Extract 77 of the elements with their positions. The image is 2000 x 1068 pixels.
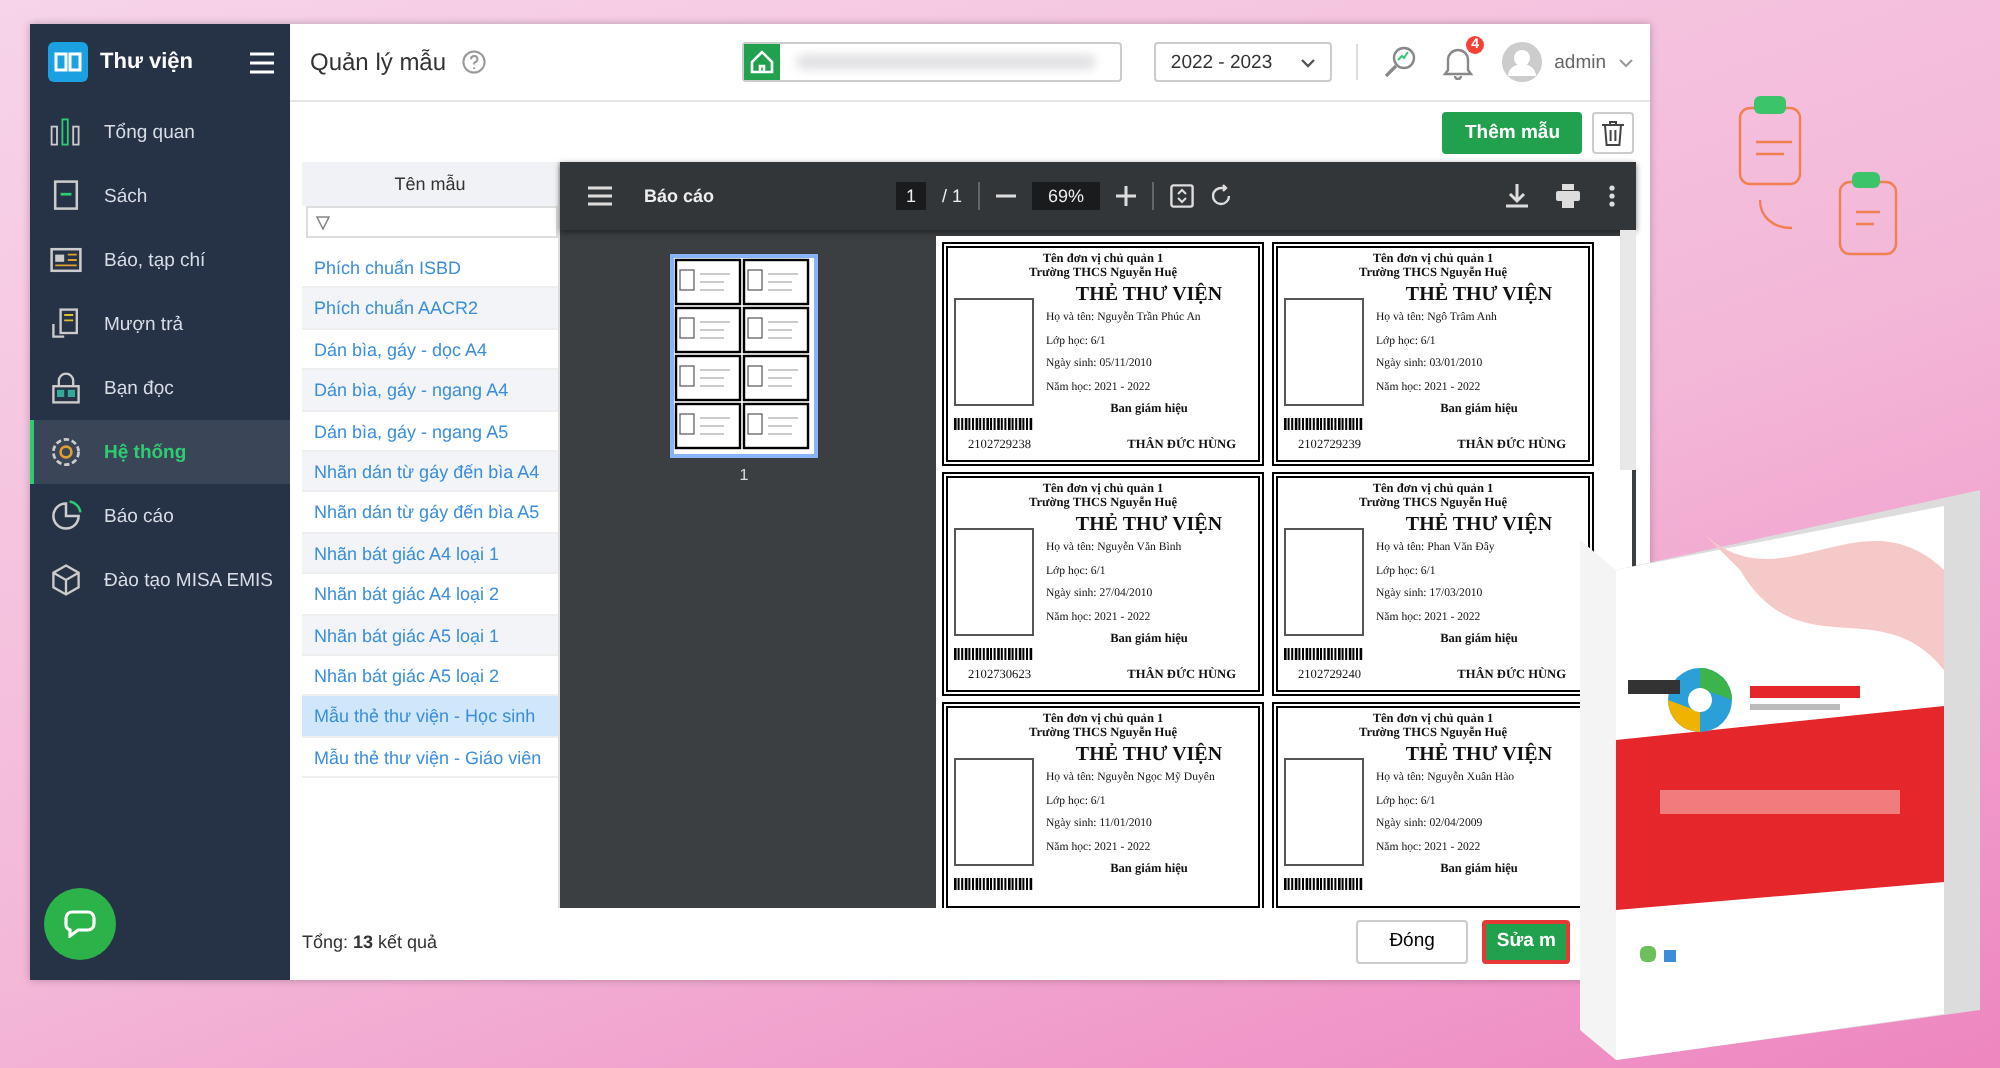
list-item[interactable]: Nhãn bát giác A5 loại 1 bbox=[302, 615, 558, 656]
barcode-icon bbox=[954, 418, 1034, 430]
nav-item[interactable]: Tổng quan bbox=[30, 100, 290, 164]
list-item[interactable]: Mẫu thẻ thư viện - Giáo viên bbox=[302, 737, 558, 779]
book-icon bbox=[48, 178, 84, 214]
list-item[interactable]: Nhãn bát giác A4 loại 1 bbox=[302, 533, 558, 575]
edit-button[interactable]: Sửa m bbox=[1482, 919, 1570, 963]
list-item[interactable]: Nhãn dán từ gáy đến bìa A4 bbox=[302, 451, 558, 493]
barcode-icon bbox=[1284, 648, 1364, 660]
card-title: THẺ THƯ VIỆN bbox=[1073, 742, 1225, 768]
close-button[interactable]: Đóng bbox=[1355, 919, 1469, 963]
user-name[interactable]: admin bbox=[1554, 51, 1606, 73]
page-total: / 1 bbox=[942, 186, 963, 206]
book-logo-icon bbox=[48, 42, 88, 82]
card-title: THẺ THƯ VIỆN bbox=[1403, 512, 1555, 538]
nav-item[interactable]: Bạn đọc bbox=[30, 356, 290, 420]
school-field[interactable] bbox=[742, 42, 1123, 82]
bell-icon[interactable] bbox=[1442, 45, 1475, 79]
lock-person-icon bbox=[48, 370, 84, 406]
thumbnail-label: 1 bbox=[739, 466, 749, 484]
list-item[interactable]: Dán bìa, gáy - ngang A4 bbox=[302, 370, 558, 412]
rotate-icon[interactable] bbox=[1210, 184, 1235, 208]
barcode-icon bbox=[954, 878, 1034, 890]
card-title: THẺ THƯ VIỆN bbox=[1403, 282, 1555, 308]
gear-icon bbox=[48, 434, 84, 470]
year-select[interactable]: 2022 - 2023 bbox=[1154, 42, 1333, 82]
menu-icon[interactable] bbox=[588, 186, 612, 206]
pie-chart-icon bbox=[48, 498, 84, 534]
add-template-button[interactable]: Thêm mẫu bbox=[1442, 111, 1582, 153]
trash-icon bbox=[1602, 119, 1624, 145]
chat-icon bbox=[64, 910, 96, 938]
document-title: Báo cáo bbox=[644, 186, 717, 206]
barcode-icon bbox=[954, 648, 1034, 660]
cube-icon bbox=[48, 562, 84, 598]
nav-item[interactable]: Báo, tạp chí bbox=[30, 228, 290, 292]
home-icon bbox=[744, 44, 781, 80]
zoom-field[interactable]: 69% bbox=[1032, 182, 1101, 210]
list-item[interactable]: Mẫu thẻ thư viện - Học sinh bbox=[302, 696, 558, 738]
filter-icon bbox=[316, 215, 330, 229]
chevron-down-icon[interactable] bbox=[1618, 57, 1634, 67]
card-title: THẺ THƯ VIỆN bbox=[1403, 742, 1555, 768]
photo-frame bbox=[1284, 758, 1364, 866]
nav-item[interactable]: Đào tạo MISA EMIS bbox=[30, 548, 290, 612]
nav-item[interactable]: Hệ thống bbox=[30, 420, 290, 484]
photo-frame bbox=[1284, 298, 1364, 406]
photo-frame bbox=[954, 298, 1034, 406]
photo-frame bbox=[1284, 528, 1364, 636]
barcode-icon bbox=[1284, 878, 1364, 890]
print-icon[interactable] bbox=[1556, 184, 1580, 208]
card-title: THẺ THƯ VIỆN bbox=[1073, 512, 1225, 538]
more-icon[interactable] bbox=[1608, 184, 1616, 208]
photo-frame bbox=[954, 528, 1034, 636]
page-title: Quản lý mẫu bbox=[310, 48, 447, 76]
filter-field[interactable] bbox=[306, 206, 558, 238]
fit-page-icon[interactable] bbox=[1170, 184, 1195, 208]
newspaper-icon bbox=[48, 242, 84, 278]
plus-icon[interactable] bbox=[1116, 186, 1137, 206]
chevron-down-icon bbox=[1300, 57, 1317, 67]
chart-icon bbox=[48, 114, 84, 150]
scrollbar[interactable] bbox=[1620, 230, 1636, 470]
delete-button[interactable] bbox=[1592, 111, 1634, 153]
app-title: Thư viện bbox=[100, 50, 195, 74]
card-title: THẺ THƯ VIỆN bbox=[1073, 282, 1225, 308]
page-thumbnail-drawing[interactable] bbox=[670, 254, 818, 458]
list-item[interactable]: Phích chuẩn AACR2 bbox=[302, 288, 558, 330]
total-count: Tổng: 13 kết quả bbox=[302, 931, 438, 951]
nav-item[interactable]: Báo cáo bbox=[30, 484, 290, 548]
column-header: Tên mẫu bbox=[302, 162, 558, 206]
nav-item[interactable]: Sách bbox=[30, 164, 290, 228]
photo-frame bbox=[954, 758, 1034, 866]
barcode-icon bbox=[1284, 418, 1364, 430]
search-chart-icon[interactable] bbox=[1382, 44, 1419, 80]
page-field[interactable]: 1 bbox=[896, 182, 927, 210]
nav-item[interactable]: Mượn trả bbox=[30, 292, 290, 356]
hand-book-icon bbox=[48, 306, 84, 342]
download-icon[interactable] bbox=[1506, 184, 1528, 208]
help-icon[interactable] bbox=[462, 50, 487, 74]
